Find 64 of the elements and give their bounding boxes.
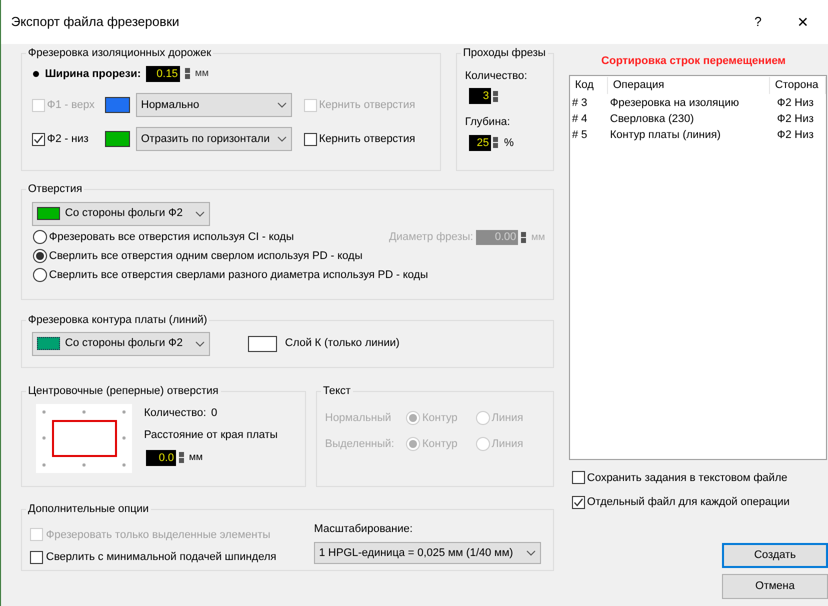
close-button[interactable]: ✕ [778,12,828,32]
unit-label: мм [194,67,209,82]
dropdown[interactable]: Со стороны фольги Ф2 [32,202,210,226]
column-header[interactable]: Операция [608,77,770,94]
table-cell-text: # 4 [571,112,588,128]
table-cell-text: Ф2 Низ [777,96,815,112]
sort-title: Сортировка строк перемещением [600,54,787,69]
group-title: Дополнительные опции [27,502,150,517]
row-label: Нормальный [325,410,392,426]
radio-label: Контур [422,437,458,452]
radio-label: Сверлить все отверстия одним сверлом используя PD - коды [49,248,362,264]
diameter-label: Диаметр фрезы: [388,230,474,245]
group-title: Фрезеровка контура платы (линий) [27,313,208,328]
checkbox-label: Сверлить с минимальной подачей шпинделя [46,550,276,565]
column-header[interactable]: Код [570,77,608,94]
group-title: Отверстия [27,182,84,197]
dialog-button[interactable]: Создать [722,542,828,568]
group-title: Проходы фрезы [462,46,547,61]
number-field[interactable]: 3 [469,88,491,104]
unit-label: мм [189,451,203,465]
checkbox-label: Сохранить задания в текстовом файле [587,470,788,486]
unit-label: мм [531,230,545,244]
window-title: Экспорт файла фрезеровки [11,13,180,32]
table-cell-text: Сверловка (230) [610,112,695,128]
count-label: Количество: [465,68,528,84]
layer-label: Слой К (только линии) [285,336,400,352]
checkbox-label: Кернить отверстия [319,132,416,147]
group-title: Центровочные (реперные) отверстия [27,384,220,399]
column-header[interactable]: Сторона [770,77,826,94]
checkbox-label: Ф2 - низ [47,132,89,147]
number-field[interactable]: 0.15 [146,66,180,82]
help-button[interactable]: ? [738,12,778,32]
operations-list[interactable]: Код Операция Сторона # 3 Фрезеровка на изоляцию Ф2 Низ # 4 Сверловка (230) Ф2 Низ # 5 Контур платы (линия) Ф2 Низ [569,74,827,460]
distance-label: Расстояние от края платы [144,428,278,443]
checkbox-label: Фрезеровать только выделенные элементы [46,528,270,542]
count-value: 0 [211,406,218,420]
radio-label: Фрезеровать все отверстия используя CI - коды [49,230,294,245]
table-cell-text: # 5 [571,128,588,144]
depth-label: Глубина: [465,115,512,130]
group-title: Фрезеровка изоляционных дорожек [27,46,212,61]
table-cell-text: # 3 [571,96,588,112]
radio-label: Линия [492,437,524,452]
group-title: Текст [322,384,352,399]
scale-label: Масштабирование: [314,522,414,536]
dialog-button[interactable]: Отмена [722,574,828,598]
unit-label: % [504,136,514,150]
checkbox-label: Ф1 - верх [47,98,95,113]
number-field[interactable]: 25 [469,134,491,151]
radio-label: Линия [492,410,524,426]
table-cell-text: Ф2 Низ [777,112,815,128]
dropdown[interactable]: Со стороны фольги Ф2 [32,332,210,356]
radio-label: Сверлить все отверстия сверлами разного диаметра используя PD - коды [49,268,428,283]
dropdown[interactable]: 1 HPGL-единица = 0,025 мм (1/40 мм) [314,542,541,564]
number-field[interactable]: 0.0 [146,450,176,466]
count-label: Количество: [144,406,206,420]
table-cell-text: Ф2 Низ [777,128,815,144]
width-label: Ширина прорези: [45,66,141,82]
row-label: Выделенный: [325,437,396,452]
radio-label: Контур [422,410,458,426]
table-cell-text: Фрезеровка на изоляцию [610,96,740,112]
table-cell-text: Контур платы (линия) [610,128,722,144]
dropdown[interactable]: Отразить по горизонтали [136,127,292,151]
checkbox-label: Отдельный файл для каждой операции [587,495,790,510]
checkbox-label: Кернить отверстия [319,98,416,113]
